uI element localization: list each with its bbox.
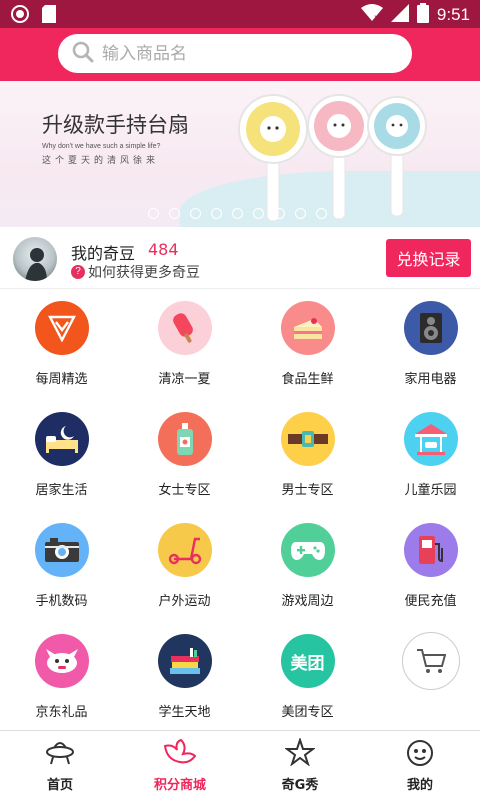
category-label: 便民充值 xyxy=(404,594,457,609)
nav-points-mall[interactable]: 积分商城 xyxy=(120,731,240,800)
wifi-icon: x xyxy=(360,4,383,26)
svg-text:x: x xyxy=(374,13,379,22)
category-label: 居家生活 xyxy=(35,483,88,498)
category-label: 食品生鲜 xyxy=(281,372,334,387)
scooter-icon xyxy=(157,523,212,577)
category-outdoor[interactable]: 户外运动 xyxy=(123,512,246,623)
points-count: 484 xyxy=(148,240,179,259)
camera-icon xyxy=(34,523,89,577)
help-icon: ? xyxy=(71,265,85,279)
category-label: 清凉一夏 xyxy=(158,372,211,387)
category-grid: 每周精选 清凉一夏 食品生鲜 家用电器 居家生活 女士专区 男士专区 儿童乐园 … xyxy=(0,290,480,725)
search-box[interactable] xyxy=(58,34,412,73)
popsicle-icon xyxy=(157,301,212,355)
search-icon xyxy=(72,41,94,67)
ufo-icon xyxy=(45,738,75,770)
banner-dot[interactable] xyxy=(253,208,264,219)
user-name: 我的奇豆 xyxy=(71,244,136,263)
help-link[interactable]: ? 如何获得更多奇豆 xyxy=(71,262,200,282)
category-women[interactable]: 女士专区 xyxy=(123,401,246,512)
category-digital[interactable]: 手机数码 xyxy=(0,512,123,623)
banner-title: 升级款手持台扇 xyxy=(42,113,189,137)
category-recharge[interactable]: 便民充值 xyxy=(369,512,480,623)
carousel-icon xyxy=(403,412,458,466)
category-label: 美团专区 xyxy=(281,705,334,720)
user-points-row: 我的奇豆 484 ? 如何获得更多奇豆 兑换记录 xyxy=(0,227,480,289)
help-text: 如何获得更多奇豆 xyxy=(88,265,200,281)
category-jd-gifts[interactable]: 京东礼品 xyxy=(0,623,123,734)
banner-dot[interactable] xyxy=(169,208,180,219)
speaker-icon xyxy=(403,301,458,355)
wings-icon xyxy=(163,738,197,770)
search-header xyxy=(0,28,480,81)
category-label: 京东礼品 xyxy=(35,705,88,720)
category-students[interactable]: 学生天地 xyxy=(123,623,246,734)
banner-dot[interactable] xyxy=(316,208,327,219)
category-summer-cool[interactable]: 清凉一夏 xyxy=(123,290,246,401)
fan-pink-image xyxy=(307,94,371,220)
banner-dot[interactable] xyxy=(274,208,285,219)
category-fresh-food[interactable]: 食品生鲜 xyxy=(246,290,369,401)
nav-label: 我的 xyxy=(406,778,433,793)
meituan-logo-text: 美团 xyxy=(290,653,325,674)
banner-dot[interactable] xyxy=(232,208,243,219)
fuel-pump-icon xyxy=(403,523,458,577)
category-label: 每周精选 xyxy=(35,372,88,387)
category-weekly-picks[interactable]: 每周精选 xyxy=(0,290,123,401)
category-label: 女士专区 xyxy=(158,483,211,498)
category-home-living[interactable]: 居家生活 xyxy=(0,401,123,512)
banner-dot[interactable] xyxy=(148,208,159,219)
belt-icon xyxy=(280,412,335,466)
nav-label: 奇G秀 xyxy=(281,778,319,793)
books-icon xyxy=(157,634,212,688)
category-label: 家用电器 xyxy=(404,372,457,387)
bottom-navigation: 首页 积分商城 奇G秀 我的 xyxy=(0,730,480,800)
status-bar: x 9:51 xyxy=(0,0,480,28)
nav-home[interactable]: 首页 xyxy=(0,731,120,800)
category-label: 学生天地 xyxy=(158,705,211,720)
battery-icon xyxy=(416,3,429,27)
promo-banner[interactable]: 升级款手持台扇 Why don't we have such a simple … xyxy=(0,81,480,227)
profile-face-icon xyxy=(406,738,434,770)
nav-label: 积分商城 xyxy=(153,778,206,793)
fan-blue-image xyxy=(367,96,427,217)
nav-show[interactable]: 奇G秀 xyxy=(240,731,360,800)
category-gaming[interactable]: 游戏周边 xyxy=(246,512,369,623)
category-appliances[interactable]: 家用电器 xyxy=(369,290,480,401)
banner-subtitle-cn: 这个夏天的清风徐来 xyxy=(42,156,160,166)
cake-icon xyxy=(280,301,335,355)
banner-dot[interactable] xyxy=(190,208,201,219)
meituan-icon: 美团 xyxy=(280,634,335,688)
banner-dot[interactable] xyxy=(211,208,222,219)
category-cart[interactable] xyxy=(369,623,480,734)
notification-icon xyxy=(10,4,30,28)
search-input[interactable] xyxy=(102,43,372,64)
category-label: 儿童乐园 xyxy=(404,483,457,498)
fan-yellow-image xyxy=(238,94,308,222)
jd-dog-icon xyxy=(34,634,89,688)
category-men[interactable]: 男士专区 xyxy=(246,401,369,512)
bed-moon-icon xyxy=(34,412,89,466)
nav-mine[interactable]: 我的 xyxy=(360,731,480,800)
category-kids[interactable]: 儿童乐园 xyxy=(369,401,480,512)
category-label: 游戏周边 xyxy=(281,594,334,609)
star-icon xyxy=(284,736,316,770)
shopping-cart-icon[interactable] xyxy=(401,632,460,690)
gamepad-icon xyxy=(280,523,335,577)
exchange-record-button[interactable]: 兑换记录 xyxy=(386,239,471,277)
category-meituan[interactable]: 美团 美团专区 xyxy=(246,623,369,734)
banner-pagination[interactable] xyxy=(148,208,327,219)
category-label: 男士专区 xyxy=(281,483,334,498)
lotion-bottle-icon xyxy=(157,412,212,466)
avatar[interactable] xyxy=(13,237,57,281)
banner-subtitle-en: Why don't we have such a simple life? xyxy=(42,143,161,150)
diamond-icon xyxy=(34,301,89,355)
nav-label: 首页 xyxy=(46,778,73,793)
category-label: 户外运动 xyxy=(158,594,211,609)
banner-dot[interactable] xyxy=(295,208,306,219)
category-label: 手机数码 xyxy=(35,594,88,609)
clock: 9:51 xyxy=(436,5,470,24)
signal-icon xyxy=(390,4,409,26)
sd-card-icon xyxy=(42,5,56,27)
